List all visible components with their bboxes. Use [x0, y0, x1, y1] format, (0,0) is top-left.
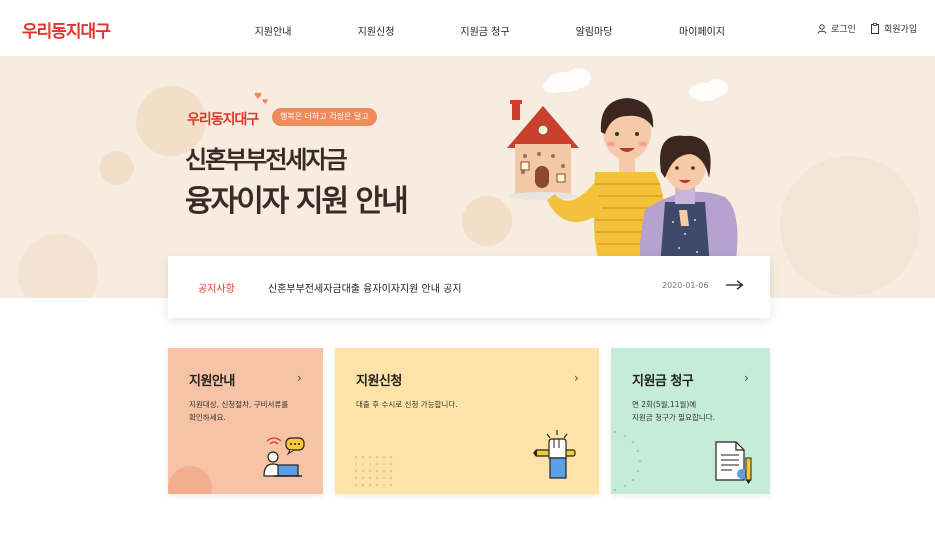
hero-tagline-pill: 행복은 더하고 걱정은 덜고: [272, 108, 377, 126]
notice-date: 2020-01-06: [662, 281, 709, 290]
arrow-right-icon[interactable]: [726, 280, 744, 290]
nav-support-info[interactable]: 지원안내: [255, 23, 292, 38]
clipboard-icon: [870, 23, 880, 34]
nav-notice-board[interactable]: 알림마당: [576, 23, 613, 38]
card-support-info[interactable]: 지원안내 › 지원대상, 신청절차, 구비서류를 확인하세요.: [168, 348, 323, 494]
document-pencil-icon: [715, 441, 752, 484]
decor-circle: [780, 156, 920, 296]
card-desc-line: 지원대상, 신청절차, 구비서류를: [189, 400, 289, 409]
chevron-right-icon: ›: [574, 371, 579, 385]
nav-apply[interactable]: 지원신청: [358, 23, 395, 38]
decor-circle-icon: [168, 466, 212, 494]
card-title: 지원신청: [356, 374, 402, 389]
user-icon: [817, 23, 827, 34]
dot-pattern-icon: [354, 455, 393, 487]
heart-icon: ♥: [254, 92, 263, 102]
card-desc-line: 대출 후 수시로 신청 가능합니다.: [356, 400, 458, 409]
chevron-right-icon: ›: [744, 371, 749, 385]
person-laptop-icon: [263, 437, 305, 477]
card-desc-line: 연 2회(5월,11월)에: [632, 400, 697, 409]
hero-title-line1: 신혼부부전세자금: [185, 146, 348, 174]
notice-title-link[interactable]: 신혼부부전세자금대출 융자이자지원 안내 공지: [268, 280, 462, 295]
card-title: 지원금 청구: [632, 374, 694, 389]
card-desc-line: 확인하세요.: [189, 413, 226, 422]
hero-title-line2: 융자이자 지원 안내: [185, 184, 409, 219]
hero-brand: 우리동지대구: [187, 112, 259, 128]
card-claim[interactable]: 지원금 청구 › 연 2회(5월,11월)에 지원금 청구가 필요합니다.: [611, 348, 770, 494]
card-description: 지원대상, 신청절차, 구비서류를 확인하세요.: [189, 398, 288, 424]
chevron-right-icon: ›: [297, 371, 302, 385]
card-apply[interactable]: 지원신청 › 대출 후 수시로 신청 가능합니다.: [335, 348, 599, 494]
nav-mypage[interactable]: 마이페이지: [679, 23, 725, 38]
site-logo[interactable]: 우리동지대구: [22, 17, 111, 42]
couple-illustration: [507, 68, 738, 262]
notice-bar: 공지사항 신혼부부전세자금대출 융자이자지원 안내 공지 2020-01-06: [168, 256, 770, 318]
card-title: 지원안내: [189, 374, 235, 389]
signup-link[interactable]: 회원가입: [870, 22, 917, 35]
login-label: 로그인: [831, 25, 856, 35]
dotted-arc-icon: [613, 430, 642, 492]
decor-circle: [100, 151, 134, 185]
login-link[interactable]: 로그인: [817, 22, 856, 35]
header: 우리동지대구 지원안내 지원신청 지원금 청구 알림마당 마이페이지 로그인 회…: [0, 0, 935, 56]
nav-claim[interactable]: 지원금 청구: [460, 23, 509, 38]
decor-circle: [18, 234, 98, 298]
heart-icon: ♥: [262, 98, 269, 106]
hand-pen-icon: [533, 430, 576, 479]
card-desc-line: 지원금 청구가 필요합니다.: [632, 413, 716, 422]
card-description: 연 2회(5월,11월)에 지원금 청구가 필요합니다.: [632, 398, 715, 424]
notice-label: 공지사항: [198, 284, 235, 295]
signup-label: 회원가입: [884, 25, 918, 35]
card-description: 대출 후 수시로 신청 가능합니다.: [356, 398, 458, 411]
